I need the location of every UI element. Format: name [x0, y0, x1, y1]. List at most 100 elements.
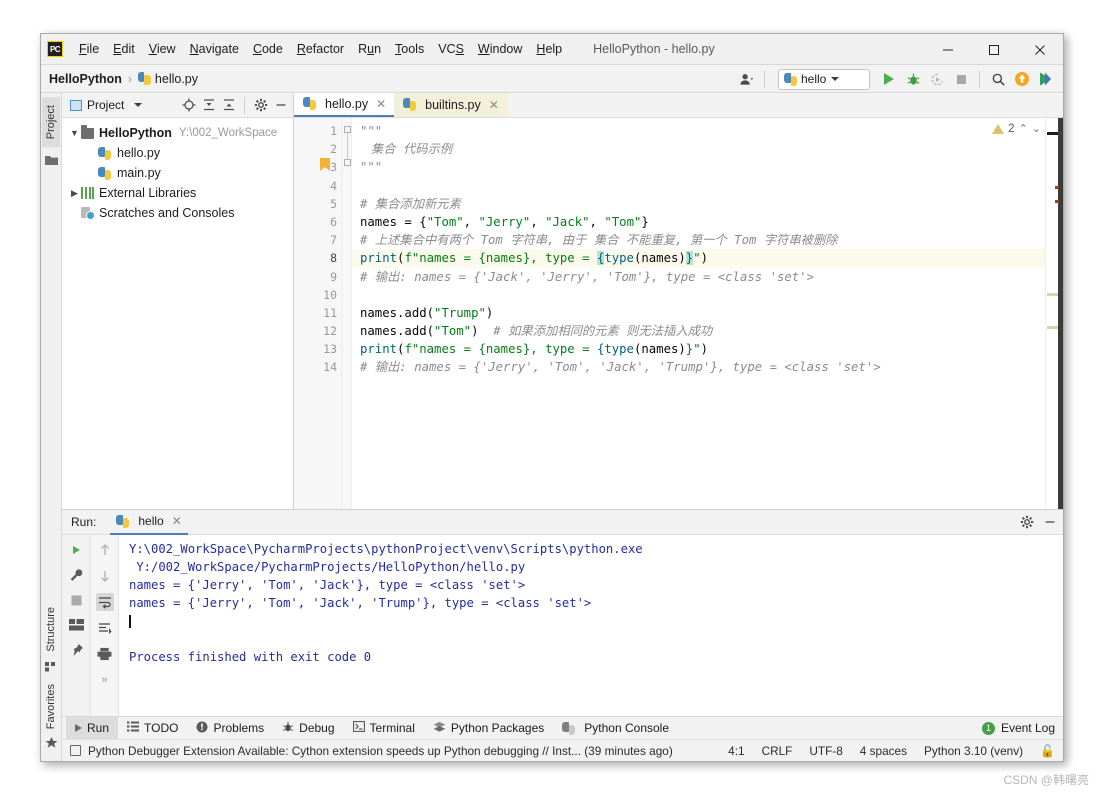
up-icon[interactable]	[96, 541, 114, 559]
layout-icon[interactable]	[67, 616, 85, 634]
lock-icon[interactable]: 🔓	[1040, 744, 1055, 758]
screenshot-root: PC File Edit View Navigate Code Refactor…	[0, 0, 1103, 794]
menu-item-run[interactable]: Run	[351, 39, 388, 59]
collapse-all-icon[interactable]	[199, 96, 218, 115]
bottom-item-python-console[interactable]: Python Console	[553, 717, 678, 740]
close-tab-icon[interactable]: ✕	[376, 97, 386, 111]
editor-scrollbar[interactable]	[1058, 118, 1063, 509]
pin-icon[interactable]	[67, 641, 85, 659]
menu-item-help[interactable]: Help	[529, 39, 569, 59]
code-token: =	[404, 214, 420, 229]
more-icon[interactable]: »	[96, 671, 114, 689]
rail-item-project[interactable]: Project	[42, 97, 60, 148]
previous-problem-icon[interactable]: ⌃	[1019, 122, 1028, 135]
rail-item-favorites[interactable]: Favorites	[45, 680, 57, 733]
minimize-icon[interactable]	[925, 34, 971, 65]
menu-item-view[interactable]: View	[142, 39, 183, 59]
fold-marker-icon[interactable]	[344, 159, 351, 166]
caret-position[interactable]: 4:1	[728, 744, 744, 758]
console-output[interactable]: Y:\002_WorkSpace\PycharmProjects\pythonP…	[119, 535, 1063, 716]
account-icon[interactable]	[735, 68, 757, 90]
down-icon[interactable]	[96, 567, 114, 585]
settings-wrench-icon[interactable]	[67, 566, 85, 584]
bottom-item-problems[interactable]: Problems	[187, 717, 273, 740]
bottom-item-run[interactable]: Run	[66, 716, 119, 740]
menu-item-refactor[interactable]: Refactor	[290, 39, 351, 59]
close-run-tab-icon[interactable]: ✕	[172, 514, 182, 528]
chevron-down-icon[interactable]: ▼	[68, 128, 81, 138]
gear-icon[interactable]	[1017, 513, 1036, 532]
error-stripe-marker-bar[interactable]	[1045, 118, 1059, 509]
status-message-group[interactable]: Python Debugger Extension Available: Cyt…	[70, 744, 673, 758]
next-problem-icon[interactable]: ⌄	[1032, 122, 1041, 135]
rerun-icon[interactable]	[67, 541, 85, 559]
breadcrumb-file[interactable]: hello.py	[137, 72, 198, 86]
locate-icon[interactable]	[179, 96, 198, 115]
menu-item-window[interactable]: Window	[471, 39, 529, 59]
run-tab-hello[interactable]: hello ✕	[110, 510, 188, 535]
navigation-bar: HelloPython › hello.py hello	[41, 65, 1063, 93]
stop-icon[interactable]	[67, 591, 85, 609]
editor-fold-column[interactable]	[342, 118, 352, 509]
menu-item-navigate[interactable]: Navigate	[183, 39, 246, 59]
rail-item-structure[interactable]: Structure	[45, 603, 57, 656]
bottom-item-todo[interactable]: TODO	[118, 717, 187, 740]
python-file-icon	[403, 98, 417, 111]
chevron-right-icon[interactable]: ▶	[68, 188, 81, 199]
print-icon[interactable]	[96, 645, 114, 663]
editor-tab-hello-py[interactable]: hello.py ✕	[294, 92, 395, 117]
inspection-status[interactable]: 2 ⌃ ⌄	[992, 122, 1041, 135]
close-tab-icon[interactable]: ✕	[489, 98, 499, 112]
bottom-item-terminal[interactable]: Terminal	[344, 717, 424, 740]
breadcrumb-project[interactable]: HelloPython	[49, 72, 122, 86]
fold-marker-icon[interactable]	[344, 126, 351, 133]
bookmark-icon[interactable]	[320, 158, 330, 171]
code-content[interactable]: """ 集合 代码示例 """ # 集合添加新元素 names = {"Tom"…	[352, 118, 1045, 509]
search-everywhere-icon[interactable]	[987, 68, 1009, 90]
editor-gutter[interactable]: 1 2 3 4 5 6 7 8 9 10 11 12 13 14	[294, 118, 342, 509]
tree-node-hello-py[interactable]: hello.py	[62, 143, 293, 163]
line-number: 6	[330, 214, 337, 229]
tree-node-label: External Libraries	[99, 186, 197, 200]
close-icon[interactable]	[1017, 34, 1063, 65]
indent-setting[interactable]: 4 spaces	[860, 744, 907, 758]
tree-node-main-py[interactable]: main.py	[62, 163, 293, 183]
python-interpreter[interactable]: Python 3.10 (venv)	[924, 744, 1023, 758]
code-line-13: print(f"names = {names}, type = {type(na…	[360, 340, 1045, 358]
next-icon[interactable]	[1035, 68, 1057, 90]
menu-item-vcs[interactable]: VCS	[431, 39, 471, 59]
tree-node-external-libraries[interactable]: ▶ External Libraries	[62, 183, 293, 203]
run-configuration-selector[interactable]: hello	[778, 68, 870, 90]
breadcrumb-separator: ›	[127, 71, 132, 86]
run-icon[interactable]	[878, 68, 900, 90]
gear-icon[interactable]	[251, 96, 270, 115]
soft-wrap-icon[interactable]	[95, 593, 114, 611]
line-separator[interactable]: CRLF	[762, 744, 793, 758]
hide-panel-icon[interactable]	[1040, 513, 1059, 532]
run-with-coverage-icon[interactable]	[926, 68, 948, 90]
hide-panel-icon[interactable]	[271, 96, 290, 115]
file-encoding[interactable]: UTF-8	[809, 744, 842, 758]
tree-node-scratches[interactable]: Scratches and Consoles	[62, 203, 293, 223]
code-line-7: # 上述集合中有两个 Tom 字符串, 由于 集合 不能重复, 第一个 Tom …	[360, 231, 1045, 249]
project-panel-title-group[interactable]: Project	[70, 98, 143, 112]
debug-icon[interactable]	[902, 68, 924, 90]
maximize-icon[interactable]	[971, 34, 1017, 65]
debug-icon	[282, 721, 294, 736]
menu-item-file[interactable]: File	[72, 39, 106, 59]
menu-item-edit[interactable]: Edit	[106, 39, 142, 59]
project-tool-window: Project ▼ HelloPython Y:\002_WorkSpace h…	[62, 93, 294, 509]
scroll-to-end-icon[interactable]	[96, 619, 114, 637]
tree-node-hellopython[interactable]: ▼ HelloPython Y:\002_WorkSpace	[62, 123, 293, 143]
bottom-item-debug[interactable]: Debug	[273, 717, 343, 740]
expand-all-icon[interactable]	[219, 96, 238, 115]
update-project-icon[interactable]	[1011, 68, 1033, 90]
menu-item-code[interactable]: Code	[246, 39, 290, 59]
stop-icon[interactable]	[950, 68, 972, 90]
event-log-group[interactable]: 1 Event Log	[981, 721, 1055, 735]
console-line: Y:/002_WorkSpace/PycharmProjects/HelloPy…	[129, 560, 526, 574]
bottom-item-python-packages[interactable]: Python Packages	[424, 717, 553, 740]
menu-item-tools[interactable]: Tools	[388, 39, 431, 59]
editor-tab-builtins-py[interactable]: builtins.py ✕	[394, 92, 507, 117]
